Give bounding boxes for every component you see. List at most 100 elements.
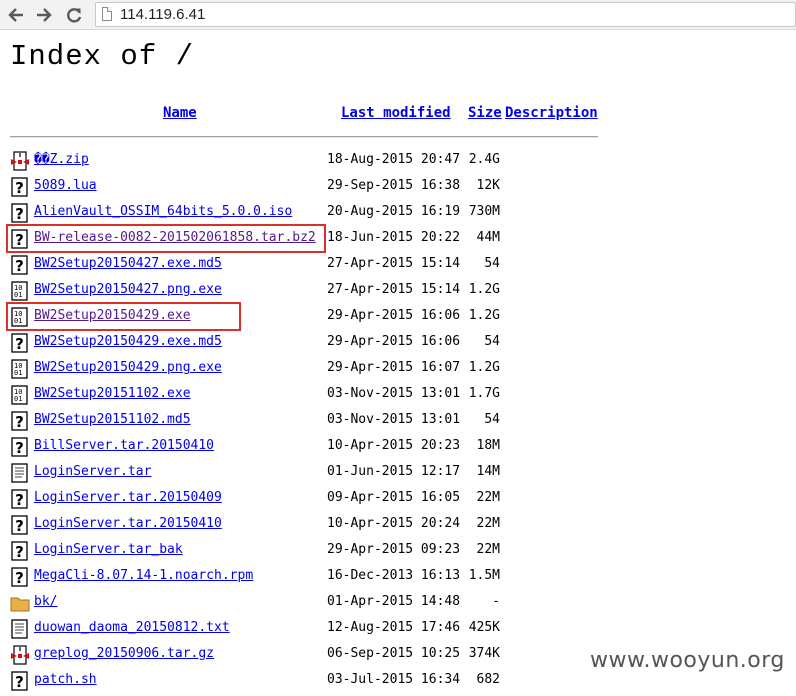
file-last-modified: 09-Apr-2015 16:05: [327, 490, 461, 505]
file-size: 1.7G: [468, 386, 500, 401]
file-link[interactable]: BillServer.tar.20150410: [34, 438, 214, 453]
file-last-modified: 16-Dec-2013 16:13: [327, 568, 461, 583]
file-last-modified: 06-Sep-2015 10:25: [327, 646, 461, 661]
column-header-last-modified[interactable]: Last modified: [341, 105, 451, 121]
file-link[interactable]: BW2Setup20151102.md5: [34, 412, 191, 427]
svg-text:?: ?: [15, 569, 24, 587]
watermark: www.wooyun.org: [590, 648, 785, 673]
arrow-left-icon: [8, 8, 23, 22]
file-row: 10 01 BW2Setup20150429.png.exe 29-Apr-2015 …: [0, 358, 610, 380]
highlight-box: [6, 302, 241, 331]
file-link[interactable]: MegaCli-8.07.14-1.noarch.rpm: [34, 568, 253, 583]
svg-text:01: 01: [14, 291, 22, 299]
unknown-file-icon: ?: [10, 411, 30, 431]
svg-text:?: ?: [15, 205, 24, 223]
unknown-file-icon: ?: [10, 203, 30, 223]
archive-icon: [10, 645, 30, 665]
reload-icon: [67, 8, 82, 23]
file-link[interactable]: 5089.lua: [34, 178, 97, 193]
svg-text:01: 01: [14, 395, 22, 403]
column-header-size[interactable]: Size: [468, 105, 502, 121]
file-link[interactable]: LoginServer.tar.20150410: [34, 516, 222, 531]
unknown-file-icon: ?: [10, 437, 30, 457]
file-size: 374K: [468, 646, 500, 661]
file-size: 1.2G: [468, 360, 500, 375]
file-link[interactable]: duowan_daoma_20150812.txt: [34, 620, 230, 635]
file-size: 730M: [468, 204, 500, 219]
file-last-modified: 10-Apr-2015 20:24: [327, 516, 461, 531]
file-last-modified: 29-Apr-2015 16:06: [327, 308, 461, 323]
browser-toolbar: 114.119.6.41: [0, 0, 796, 30]
file-link[interactable]: BW2Setup20151102.exe: [34, 386, 191, 401]
column-header-name[interactable]: Name: [163, 105, 197, 121]
file-link[interactable]: BW2Setup20150429.exe.md5: [34, 334, 222, 349]
column-header-description[interactable]: Description: [505, 105, 598, 121]
file-size: 22M: [476, 542, 500, 557]
file-row: ? LoginServer.tar_bak 29-Apr-2015 09:23 22M: [0, 540, 610, 562]
file-last-modified: 12-Aug-2015 17:46: [327, 620, 461, 635]
file-last-modified: 01-Jun-2015 12:17: [327, 464, 461, 479]
file-size: 54: [484, 412, 500, 427]
file-size: 22M: [476, 490, 500, 505]
file-row: 10 01 BW2Setup20151102.exe 03-Nov-2015 13:0…: [0, 384, 610, 406]
file-last-modified: 03-Jul-2015 16:34: [327, 672, 461, 687]
unknown-file-icon: ?: [10, 671, 30, 691]
file-link[interactable]: greplog_20150906.tar.gz: [34, 646, 214, 661]
file-size: 1.2G: [468, 308, 500, 323]
forward-button[interactable]: [32, 3, 56, 27]
file-last-modified: 29-Apr-2015 16:07: [327, 360, 461, 375]
file-size: 682: [476, 672, 500, 687]
file-link[interactable]: BW2Setup20150429.png.exe: [34, 360, 222, 375]
reload-button[interactable]: [62, 3, 86, 27]
file-link[interactable]: AlienVault_OSSIM_64bits_5.0.0.iso: [34, 204, 292, 219]
file-last-modified: 18-Jun-2015 20:22: [327, 230, 461, 245]
file-size: 12K: [476, 178, 500, 193]
file-link[interactable]: bk/: [34, 594, 57, 609]
address-bar[interactable]: 114.119.6.41: [95, 2, 796, 27]
folder-icon: [10, 593, 30, 613]
svg-text:01: 01: [14, 369, 22, 377]
svg-text:?: ?: [15, 543, 24, 561]
unknown-file-icon: ?: [10, 177, 30, 197]
svg-text:?: ?: [15, 179, 24, 197]
file-row: ? MegaCli-8.07.14-1.noarch.rpm 16-Dec-2013…: [0, 566, 610, 588]
page-title: Index of /: [10, 40, 195, 73]
unknown-file-icon: ?: [10, 333, 30, 353]
file-size: 1.5M: [468, 568, 500, 583]
svg-text:?: ?: [15, 439, 24, 457]
file-size: 44M: [476, 230, 500, 245]
archive-icon: [10, 151, 30, 171]
file-link[interactable]: patch.sh: [34, 672, 97, 687]
file-row: ? AlienVault_OSSIM_64bits_5.0.0.iso 20-Aug…: [0, 202, 610, 224]
page-icon: [102, 7, 112, 21]
file-link[interactable]: LoginServer.tar: [34, 464, 151, 479]
binary-file-icon: 10 01: [10, 281, 30, 301]
file-last-modified: 01-Apr-2015 14:48: [327, 594, 461, 609]
file-row: ? LoginServer.tar.20150409 09-Apr-2015 16:…: [0, 488, 610, 510]
binary-file-icon: 10 01: [10, 385, 30, 405]
text-file-icon: [10, 619, 30, 639]
file-row: ? 5089.lua 29-Sep-2015 16:38 12K: [0, 176, 610, 198]
file-link[interactable]: ��Z.zip: [34, 152, 89, 167]
svg-text:?: ?: [15, 257, 24, 275]
svg-text:?: ?: [15, 413, 24, 431]
file-link[interactable]: LoginServer.tar_bak: [34, 542, 183, 557]
file-size: 22M: [476, 516, 500, 531]
file-row: ? BW2Setup20151102.md5 03-Nov-2015 13:01 54: [0, 410, 610, 432]
file-row: bk/01-Apr-2015 14:48 -: [0, 592, 610, 614]
file-link[interactable]: LoginServer.tar.20150409: [34, 490, 222, 505]
file-last-modified: 10-Apr-2015 20:23: [327, 438, 461, 453]
file-link[interactable]: BW2Setup20150427.exe.md5: [34, 256, 222, 271]
file-row: duowan_daoma_20150812.txt 12-Aug-2015 17:…: [0, 618, 610, 640]
file-link[interactable]: BW2Setup20150427.png.exe: [34, 282, 222, 297]
unknown-file-icon: ?: [10, 541, 30, 561]
file-last-modified: 03-Nov-2015 13:01: [327, 412, 461, 427]
file-row: LoginServer.tar 01-Jun-2015 12:17 14M: [0, 462, 610, 484]
file-row: ? LoginServer.tar.20150410 10-Apr-2015 20:…: [0, 514, 610, 536]
text-file-icon: [10, 463, 30, 483]
back-button[interactable]: [4, 3, 28, 27]
file-row: greplog_20150906.tar.gz 06-Sep-2015 10:25…: [0, 644, 610, 666]
file-row: ? patch.sh 03-Jul-2015 16:34 682: [0, 670, 610, 692]
url-text: 114.119.6.41: [120, 6, 206, 23]
file-row: 10 01 BW2Setup20150427.png.exe 27-Apr-2015 …: [0, 280, 610, 302]
